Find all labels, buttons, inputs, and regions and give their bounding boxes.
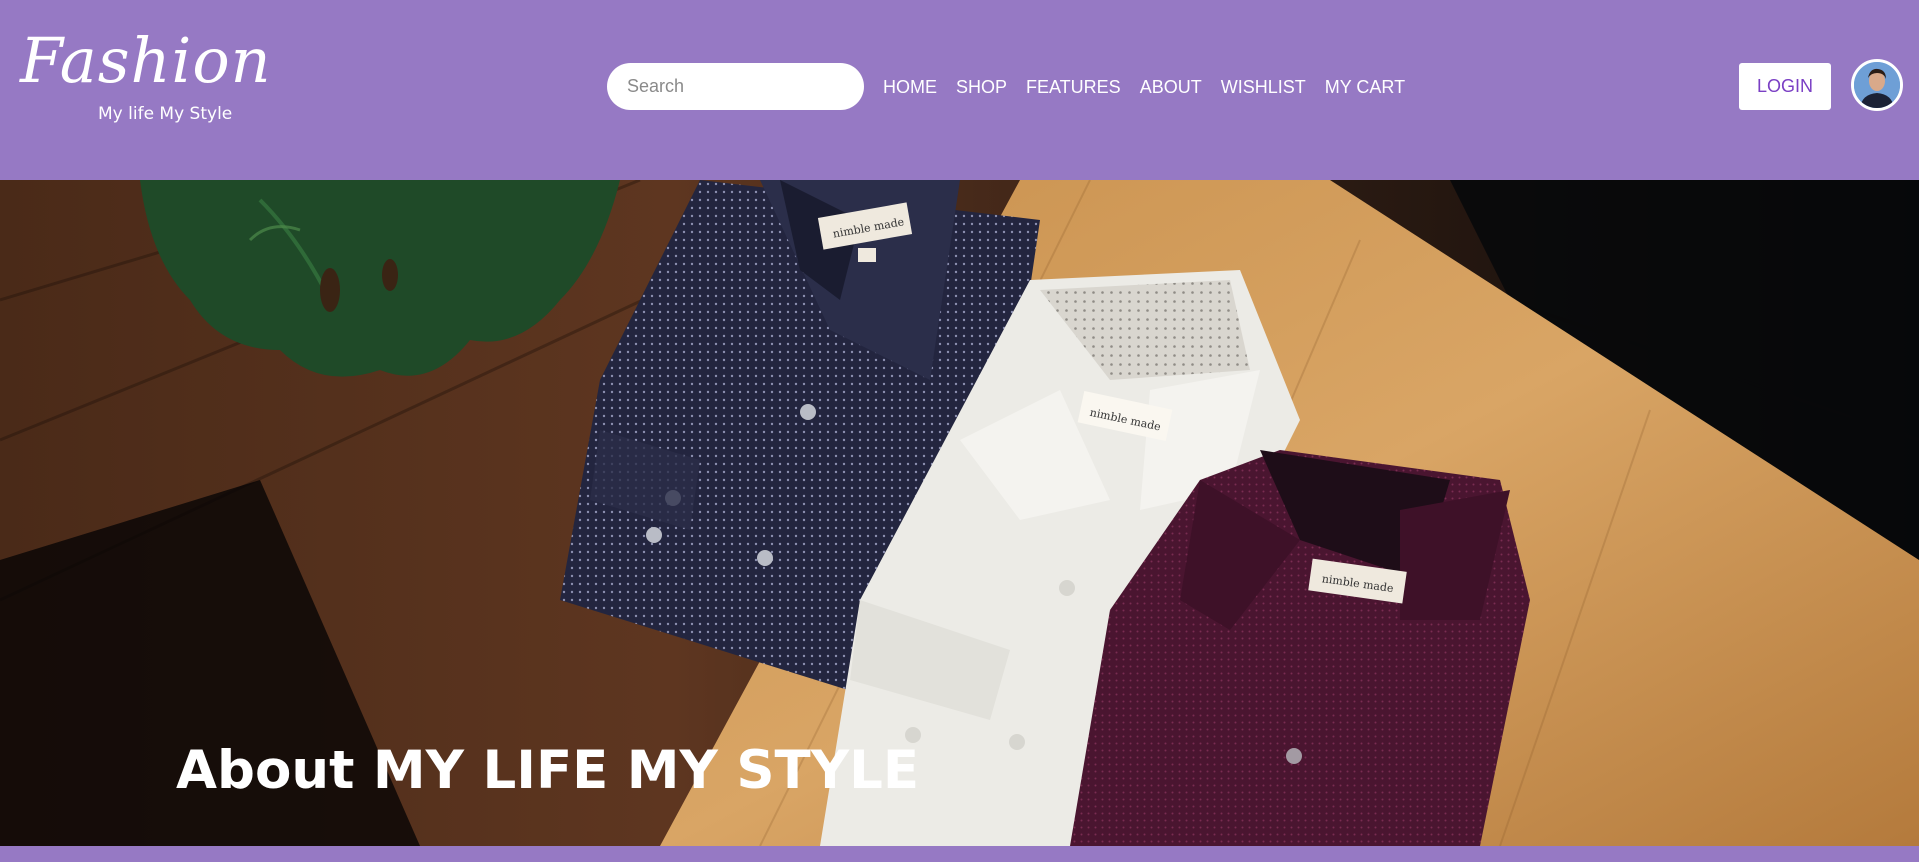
nav-home-link[interactable]: HOME [883,75,937,99]
avatar-portrait [1854,62,1900,108]
login-button[interactable]: LOGIN [1739,63,1831,110]
nav-cart-link[interactable]: MY CART [1325,75,1405,99]
site-header: Fashion My life My Style HOME SHOP FEATU… [0,0,1919,179]
nav-wishlist-link[interactable]: WISHLIST [1221,75,1306,99]
brand-tagline: My life My Style [98,104,233,124]
hero-banner: nimble made nimble made nimble made Abou… [0,180,1919,846]
search-input[interactable] [607,63,864,110]
nav-shop-link[interactable]: SHOP [956,75,1007,99]
bottom-bar [0,846,1919,862]
main-nav: HOME SHOP FEATURES ABOUT WISHLIST MY CAR… [883,75,1405,99]
nav-about-link[interactable]: ABOUT [1140,75,1202,99]
nav-features-link[interactable]: FEATURES [1026,75,1121,99]
brand-name: Fashion [20,24,272,97]
hero-title: About MY LIFE MY STYLE [176,740,920,801]
user-avatar-icon[interactable] [1851,59,1903,111]
brand-logo[interactable]: Fashion My life My Style [18,24,271,128]
